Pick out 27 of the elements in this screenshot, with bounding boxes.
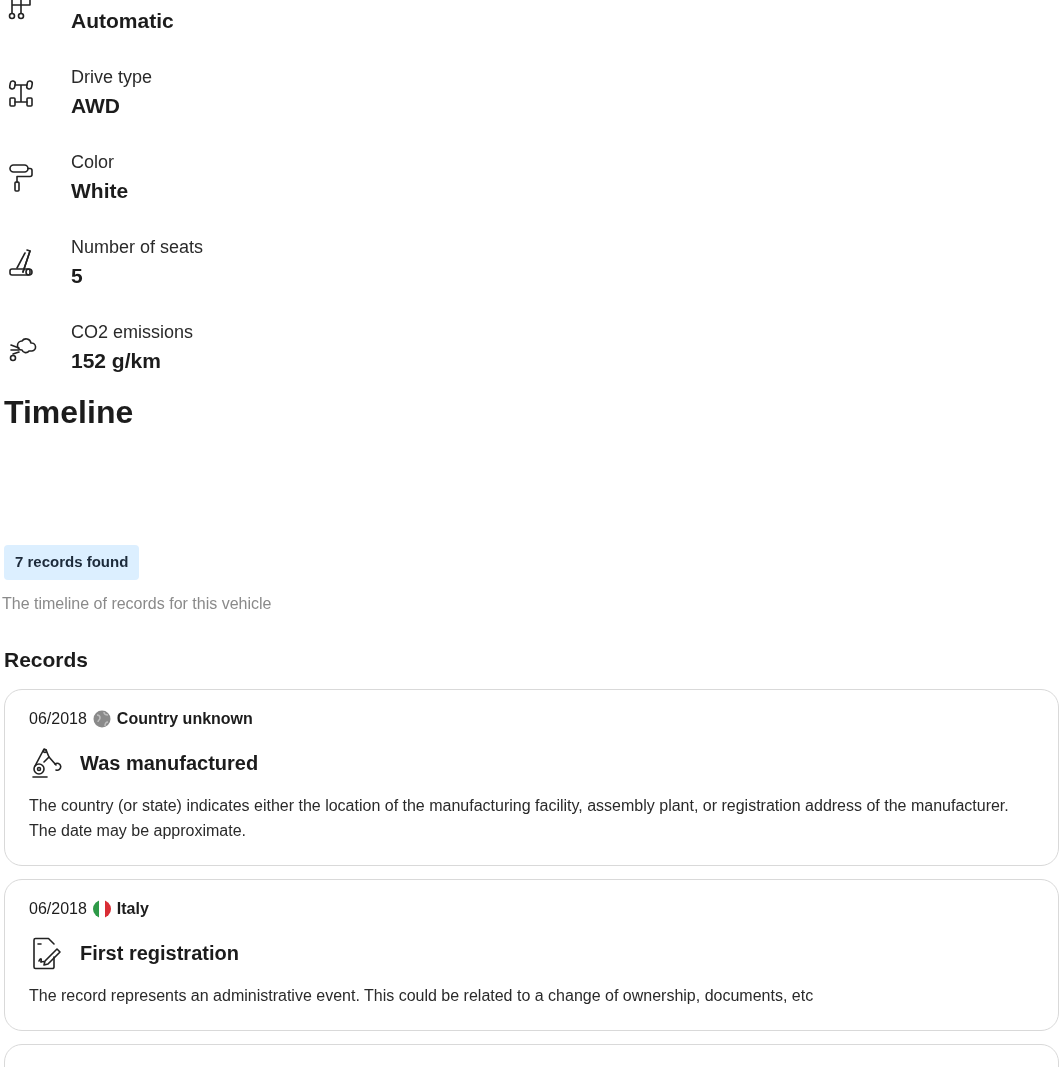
record-date: 06/2018 (29, 709, 87, 729)
record-description: The record represents an administrative event. This could be related to a change of ownership, documents, etc (29, 986, 815, 1006)
timeline-subtitle: The timeline of records for this vehicle (2, 593, 273, 614)
spec-value: 152 g/km (71, 347, 162, 374)
spec-value: Automatic (71, 7, 174, 34)
italy-flag-icon (92, 900, 111, 918)
record-country: Italy (116, 899, 149, 919)
section-heading: Timeline (4, 393, 135, 432)
spec-value: White (71, 177, 129, 204)
record-title: First registration (80, 941, 239, 966)
seat-icon (8, 247, 36, 278)
record-description: The country (or state) indicates either the location of the manufacturing facility, assembly plant, or registration address of the manufacturer. The date may be approximate. (29, 796, 1010, 841)
spec-value: AWD (71, 92, 121, 119)
gear-shift-icon (8, 0, 34, 21)
spec-label: Color (71, 150, 115, 174)
spec-label: Number of seats (71, 235, 204, 259)
records-heading: Records (4, 646, 90, 673)
globe-icon (92, 710, 111, 728)
records-count-badge: 7 records found (4, 545, 140, 580)
record-date: 06/2018 (29, 899, 87, 919)
record-title: Was manufactured (80, 751, 259, 776)
spec-value: 5 (71, 262, 84, 289)
axle-icon (8, 78, 34, 107)
spec-label: CO2 emissions (71, 320, 194, 344)
paint-roller-icon (8, 162, 34, 193)
record-country: Country unknown (116, 709, 253, 729)
spec-label: Drive type (71, 65, 153, 89)
